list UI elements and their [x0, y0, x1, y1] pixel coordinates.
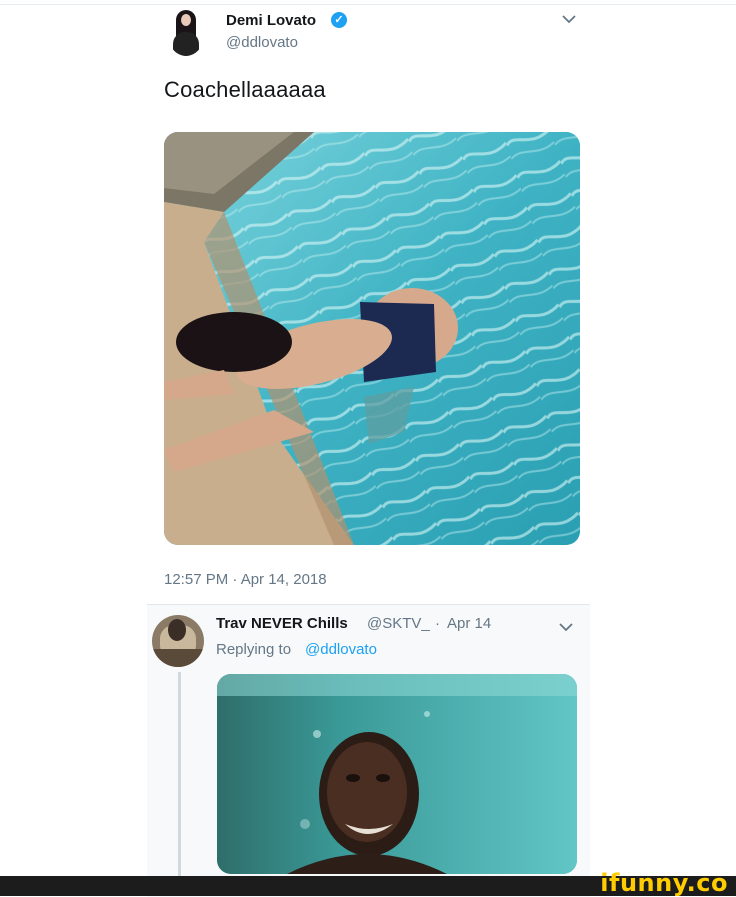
tweet-photo[interactable] — [164, 132, 580, 545]
reply-author-handle[interactable]: @SKTV_ — [367, 615, 430, 632]
reply-author-name[interactable]: Trav NEVER Chills — [216, 615, 348, 632]
reply-author-avatar[interactable] — [152, 615, 204, 667]
tweet-timestamp[interactable]: 12:57 PM · Apr 14, 2018 — [164, 571, 327, 588]
author-handle[interactable]: @ddlovato — [226, 34, 298, 51]
author-name[interactable]: Demi Lovato — [226, 12, 316, 29]
reply-separator: · — [435, 615, 440, 632]
replying-to-label: Replying to — [216, 641, 292, 658]
replying-to-handle[interactable]: @ddlovato — [305, 641, 377, 658]
thread-line — [178, 672, 181, 896]
reply-photo[interactable] — [217, 674, 577, 874]
chevron-down-icon[interactable] — [557, 620, 575, 634]
reply-date[interactable]: Apr 14 — [447, 615, 491, 632]
chevron-down-icon[interactable] — [560, 12, 578, 26]
tweet-text: Coachellaaaaaa — [164, 77, 326, 102]
author-avatar[interactable] — [167, 8, 205, 56]
verified-badge-icon: ✓ — [331, 12, 347, 28]
ifunny-watermark: ifunny.co — [600, 869, 728, 897]
top-divider — [0, 4, 736, 5]
